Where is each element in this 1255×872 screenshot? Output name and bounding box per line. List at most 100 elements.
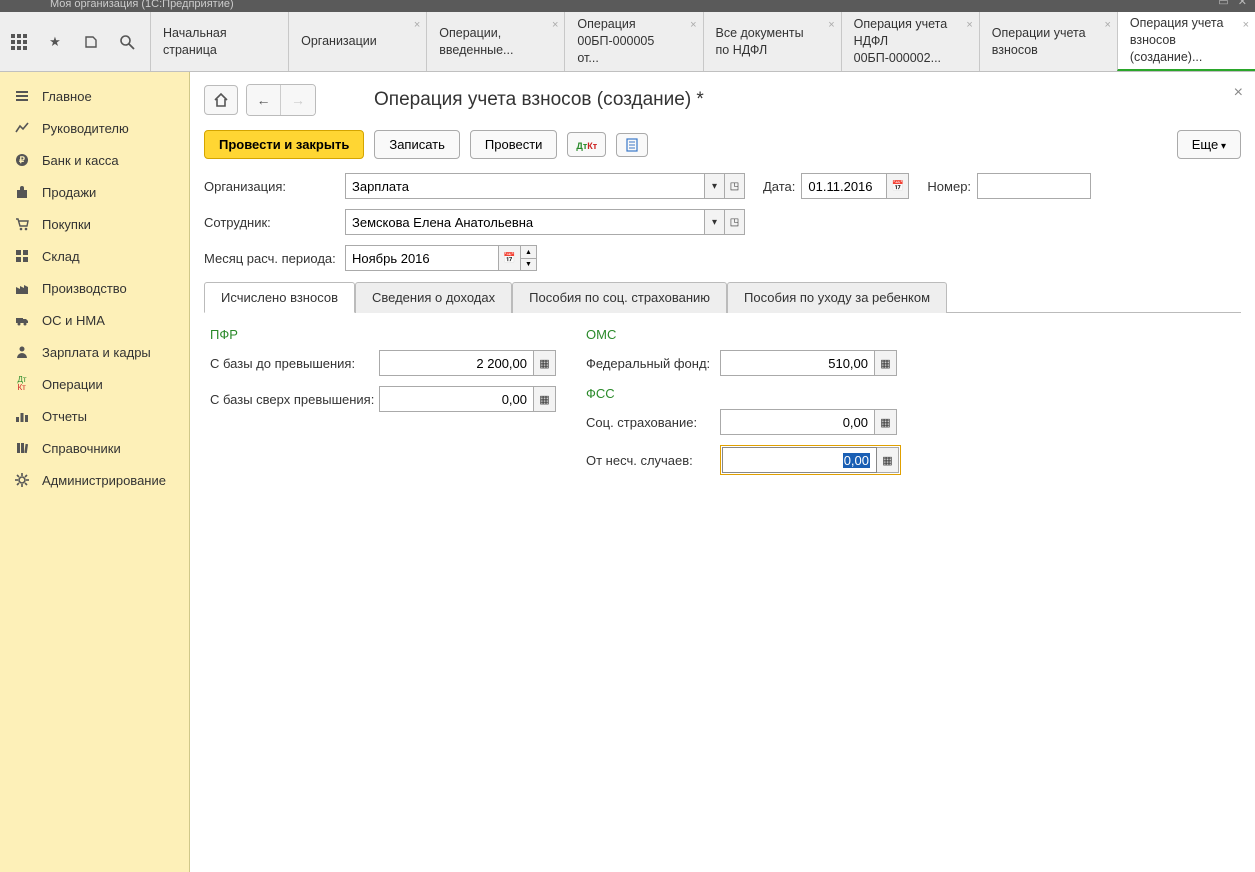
- books-icon: [14, 440, 30, 456]
- row-employee: Сотрудник: ▾ ◳: [204, 209, 1241, 235]
- star-icon[interactable]: ★: [46, 33, 64, 51]
- tab-5[interactable]: ×Операция учетаНДФЛ 00БП-000002...: [841, 12, 979, 71]
- sidebar-item-gear[interactable]: Администрирование: [0, 464, 189, 496]
- number-input[interactable]: [977, 173, 1091, 199]
- row-period: Месяц расч. периода: 📅 ▲ ▼: [204, 245, 1241, 271]
- calendar-icon[interactable]: 📅: [887, 173, 909, 199]
- fss-title: ФСС: [586, 386, 901, 401]
- period-up-icon[interactable]: ▲: [521, 245, 537, 258]
- tab-close-icon[interactable]: ×: [966, 18, 972, 33]
- report-button[interactable]: [616, 133, 648, 157]
- calculator-icon[interactable]: ▦: [875, 350, 897, 376]
- content: × ← → Операция учета взносов (создание) …: [190, 72, 1255, 872]
- dtkt-button[interactable]: ДтКт: [567, 132, 606, 157]
- calculator-icon[interactable]: ▦: [877, 447, 899, 473]
- employee-input[interactable]: [345, 209, 705, 235]
- row-pfr-before: С базы до превышения: ▦: [210, 350, 556, 376]
- tab-0[interactable]: Начальнаястраница: [150, 12, 288, 71]
- org-open-icon[interactable]: ◳: [725, 173, 745, 199]
- employee-dropdown-icon[interactable]: ▾: [705, 209, 725, 235]
- calculator-icon[interactable]: ▦: [534, 386, 556, 412]
- date-label: Дата:: [763, 179, 795, 194]
- tab-4[interactable]: ×Все документыпо НДФЛ: [703, 12, 841, 71]
- tab-label-2: введенные...: [439, 42, 546, 59]
- sidebar-item-bag[interactable]: Продажи: [0, 176, 189, 208]
- tab-6[interactable]: ×Операции учетавзносов: [979, 12, 1117, 71]
- titlebar-controls: ▭ ✕: [1218, 0, 1247, 6]
- tab-1[interactable]: ×Организации: [288, 12, 426, 71]
- date-input[interactable]: [801, 173, 887, 199]
- inner-tab-3[interactable]: Пособия по уходу за ребенком: [727, 282, 947, 313]
- tab-close-icon[interactable]: ×: [690, 18, 696, 33]
- ruble-icon: ₽: [14, 152, 30, 168]
- history-icon[interactable]: [82, 33, 100, 51]
- org-dropdown-icon[interactable]: ▾: [705, 173, 725, 199]
- sidebar-item-menu[interactable]: Главное: [0, 80, 189, 112]
- sidebar-item-dtkt[interactable]: ДтКтОперации: [0, 368, 189, 400]
- org-input[interactable]: [345, 173, 705, 199]
- sidebar-item-ruble[interactable]: ₽ Банк и касса: [0, 144, 189, 176]
- row-organization: Организация: ▾ ◳ Дата: 📅 Номер:: [204, 173, 1241, 199]
- oms-federal-label: Федеральный фонд:: [586, 356, 716, 371]
- sidebar-item-boxes[interactable]: Склад: [0, 240, 189, 272]
- inner-tab-0[interactable]: Исчислено взносов: [204, 282, 355, 313]
- fss-accident-focus-wrap: 0,00 ▦: [720, 445, 901, 475]
- tab-close-icon[interactable]: ×: [552, 18, 558, 33]
- period-calendar-icon[interactable]: 📅: [499, 245, 521, 271]
- close-icon[interactable]: ×: [1234, 84, 1243, 102]
- post-and-close-button[interactable]: Провести и закрыть: [204, 130, 364, 159]
- sidebar-item-cart[interactable]: Покупки: [0, 208, 189, 240]
- tab-close-icon[interactable]: ×: [1243, 18, 1249, 33]
- fss-accident-input[interactable]: 0,00: [722, 447, 877, 473]
- employee-label: Сотрудник:: [204, 215, 339, 230]
- sidebar-item-label: Покупки: [42, 217, 91, 232]
- row-oms-federal: Федеральный фонд: ▦: [586, 350, 901, 376]
- period-down-icon[interactable]: ▼: [521, 258, 537, 271]
- fss-social-label: Соц. страхование:: [586, 415, 716, 430]
- bars-icon: [14, 408, 30, 424]
- tab-label-2: страница: [163, 42, 270, 59]
- calculator-icon[interactable]: ▦: [875, 409, 897, 435]
- main-area: ГлавноеРуководителю ₽ Банк и касса Продажи П…: [0, 72, 1255, 872]
- tab-label-2: по НДФЛ: [716, 42, 823, 59]
- tab-2[interactable]: ×Операции,введенные...: [426, 12, 564, 71]
- home-button[interactable]: [204, 85, 238, 115]
- tab-close-icon[interactable]: ×: [414, 18, 420, 33]
- tab-close-icon[interactable]: ×: [828, 18, 834, 33]
- sidebar-item-label: Справочники: [42, 441, 121, 456]
- oms-federal-input[interactable]: [720, 350, 875, 376]
- menu-icon: [14, 88, 30, 104]
- employee-open-icon[interactable]: ◳: [725, 209, 745, 235]
- sidebar-item-label: Банк и касса: [42, 153, 119, 168]
- sidebar-item-bars[interactable]: Отчеты: [0, 400, 189, 432]
- more-button[interactable]: Еще: [1177, 130, 1241, 159]
- inner-tab-1[interactable]: Сведения о доходах: [355, 282, 512, 313]
- apps-icon[interactable]: [10, 33, 28, 51]
- sidebar-item-label: Продажи: [42, 185, 96, 200]
- pfr-before-input[interactable]: [379, 350, 534, 376]
- tab-label-2: НДФЛ 00БП-000002...: [854, 33, 961, 67]
- inner-tab-2[interactable]: Пособия по соц. страхованию: [512, 282, 727, 313]
- sidebar-item-chart[interactable]: Руководителю: [0, 112, 189, 144]
- period-input[interactable]: [345, 245, 499, 271]
- sidebar-item-truck[interactable]: ОС и НМА: [0, 304, 189, 336]
- sidebar: ГлавноеРуководителю ₽ Банк и касса Продажи П…: [0, 72, 190, 872]
- tab-close-icon[interactable]: ×: [1104, 18, 1110, 33]
- post-button[interactable]: Провести: [470, 130, 558, 159]
- write-button[interactable]: Записать: [374, 130, 460, 159]
- fss-social-input[interactable]: [720, 409, 875, 435]
- search-icon[interactable]: [118, 33, 136, 51]
- sidebar-item-label: Склад: [42, 249, 80, 264]
- oms-title: ОМС: [586, 327, 901, 342]
- tab-3[interactable]: ×Операция 00БП-000005от...: [564, 12, 702, 71]
- tab-7[interactable]: ×Операция учетавзносов (создание)...: [1117, 12, 1255, 71]
- sidebar-item-person[interactable]: Зарплата и кадры: [0, 336, 189, 368]
- calculator-icon[interactable]: ▦: [534, 350, 556, 376]
- sidebar-item-factory[interactable]: Производство: [0, 272, 189, 304]
- pfr-above-input[interactable]: [379, 386, 534, 412]
- back-button[interactable]: ←: [247, 85, 281, 115]
- sidebar-item-books[interactable]: Справочники: [0, 432, 189, 464]
- boxes-icon: [14, 248, 30, 264]
- factory-icon: [14, 280, 30, 296]
- pfr-above-label: С базы сверх превышения:: [210, 392, 375, 407]
